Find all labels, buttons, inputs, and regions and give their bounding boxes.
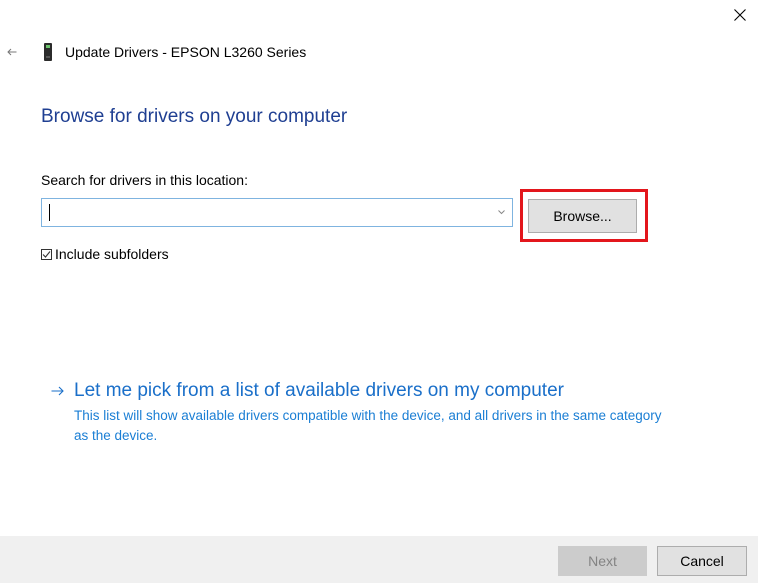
search-location-label: Search for drivers in this location: [41, 172, 248, 188]
pick-list-arrow[interactable] [48, 381, 66, 401]
checkmark-icon [42, 250, 51, 258]
pick-from-list-link[interactable]: Let me pick from a list of available dri… [74, 379, 564, 403]
window-title: Update Drivers - EPSON L3260 Series [65, 44, 307, 60]
dropdown-toggle[interactable] [496, 207, 506, 217]
checkbox-box[interactable] [41, 248, 52, 260]
text-caret [49, 204, 50, 221]
driver-location-combobox[interactable] [41, 198, 513, 227]
close-button[interactable] [722, 0, 758, 30]
arrow-left-icon [7, 48, 17, 56]
page-title: Browse for drivers on your computer [41, 106, 348, 127]
next-button[interactable]: Next [558, 546, 647, 576]
chevron-down-icon [497, 209, 505, 214]
printer-device-icon [42, 43, 54, 61]
cancel-button[interactable]: Cancel [657, 546, 747, 576]
include-subfolders-label: Include subfolders [55, 246, 169, 262]
close-icon [734, 9, 746, 21]
pick-from-list-description: This list will show available drivers co… [74, 408, 662, 443]
browse-button[interactable]: Browse... [528, 199, 637, 233]
arrow-right-icon [51, 386, 64, 396]
include-subfolders-checkbox[interactable]: Include subfolders [41, 245, 169, 263]
driver-location-input[interactable] [42, 199, 482, 226]
back-button[interactable] [2, 40, 22, 64]
